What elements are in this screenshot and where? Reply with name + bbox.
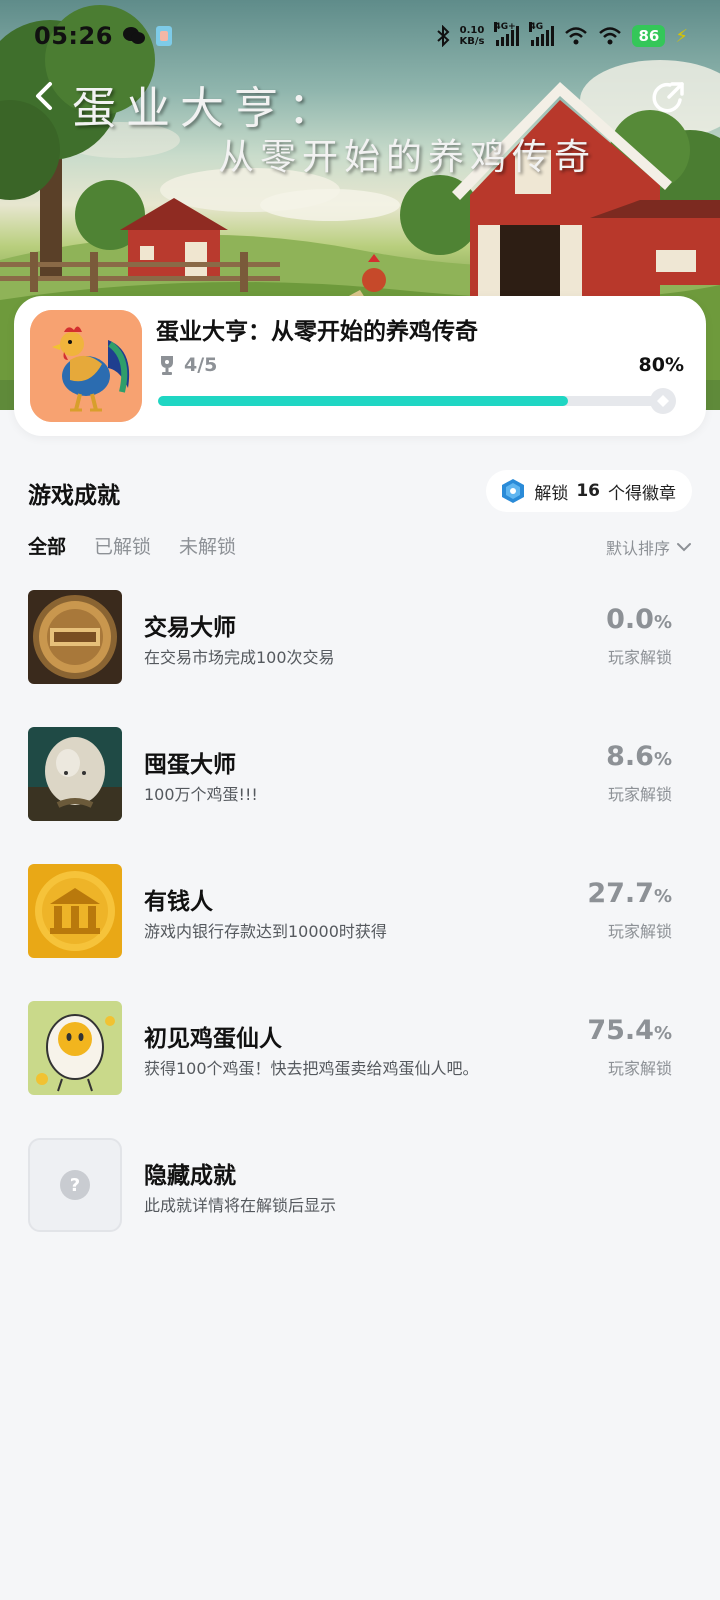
progress-end-marker bbox=[650, 388, 676, 414]
trophy-icon bbox=[161, 356, 173, 375]
rate-value: 27.7 bbox=[587, 878, 654, 909]
gold-bank-coin-icon bbox=[28, 864, 122, 958]
status-time: 05:26 bbox=[34, 22, 113, 50]
svg-text:?: ? bbox=[70, 1175, 80, 1196]
network-speed: 0.10 KB/s bbox=[460, 25, 485, 47]
achievement-item[interactable]: 交易大师 在交易市场完成100次交易 0.0% 玩家解锁 bbox=[28, 588, 692, 725]
wechat-icon bbox=[122, 27, 145, 44]
back-button[interactable] bbox=[24, 74, 64, 118]
badge-icon bbox=[502, 479, 525, 503]
hidden-achievement-image: ? bbox=[28, 1138, 122, 1232]
banner-subtitle: 从零开始的养鸡传奇 bbox=[218, 137, 597, 178]
badge-count: 16 bbox=[576, 481, 600, 501]
achievement-unlock-label: 玩家解锁 bbox=[607, 922, 672, 941]
sort-label: 默认排序 bbox=[605, 539, 670, 558]
rate-value: 75.4 bbox=[587, 1015, 654, 1046]
giant-egg-icon bbox=[28, 727, 122, 821]
game-name: 蛋业大亨：从零开始的养鸡传奇 bbox=[156, 319, 478, 345]
share-button[interactable] bbox=[646, 76, 690, 120]
achievement-name: 交易大师 bbox=[144, 615, 236, 641]
achievement-description: 游戏内银行存款达到10000时获得 bbox=[144, 922, 387, 941]
achievement-list: 交易大师 在交易市场完成100次交易 0.0% 玩家解锁 囤蛋大师 100万个鸡… bbox=[28, 588, 692, 1273]
section-title: 游戏成就 bbox=[28, 483, 120, 509]
progress-percent: 80% bbox=[638, 354, 684, 376]
rate-value: 8.6 bbox=[606, 741, 654, 772]
share-icon bbox=[652, 82, 684, 113]
trophy-count: 4/5 bbox=[184, 354, 218, 376]
achievement-description: 此成就详情将在解锁后显示 bbox=[144, 1196, 337, 1215]
achievement-unlock-rate: 27.7% bbox=[587, 878, 672, 909]
achievement-name: 隐藏成就 bbox=[144, 1163, 236, 1189]
cartoon-egg-icon bbox=[28, 1001, 122, 1095]
trophy-progress: 4/5 bbox=[158, 354, 217, 376]
signal-2-label: 4G bbox=[529, 22, 544, 32]
achievement-image bbox=[28, 590, 122, 684]
achievement-name: 囤蛋大师 bbox=[144, 752, 236, 778]
signal-1-label: 4G+ bbox=[494, 22, 516, 32]
achievement-image bbox=[28, 727, 122, 821]
chevron-down-icon bbox=[677, 543, 691, 552]
game-icon[interactable] bbox=[30, 310, 142, 422]
achievement-unlock-label: 玩家解锁 bbox=[607, 648, 672, 667]
signal-4g-icon: 4G bbox=[529, 22, 555, 46]
badge-plus-icon bbox=[657, 395, 669, 407]
charging-icon: ⚡ bbox=[675, 25, 688, 47]
rate-unit: % bbox=[653, 886, 672, 907]
rooster-icon bbox=[30, 310, 142, 422]
achievement-unlock-label: 玩家解锁 bbox=[607, 785, 672, 804]
chevron-left-icon bbox=[36, 82, 52, 110]
signal-4g-plus-icon: 4G+ bbox=[494, 22, 520, 46]
app-notification-icon bbox=[155, 26, 172, 46]
achievement-description: 获得100个鸡蛋！快去把鸡蛋卖给鸡蛋仙人吧。 bbox=[144, 1059, 479, 1078]
achievement-name: 有钱人 bbox=[144, 889, 213, 915]
achievement-unlock-rate: 0.0% bbox=[606, 604, 672, 635]
rate-value: 0.0 bbox=[606, 604, 654, 635]
achievement-unlock-label: 玩家解锁 bbox=[607, 1059, 672, 1078]
achievement-name: 初见鸡蛋仙人 bbox=[144, 1026, 282, 1052]
achievement-description: 100万个鸡蛋!!! bbox=[144, 785, 258, 804]
wifi-icon bbox=[599, 27, 622, 45]
achievement-description: 在交易市场完成100次交易 bbox=[144, 648, 335, 667]
achievement-unlock-rate: 8.6% bbox=[606, 741, 672, 772]
tab-unlocked[interactable]: 已解锁 bbox=[94, 532, 151, 559]
unlock-badge-hint[interactable]: 解锁 16 个得徽章 bbox=[486, 470, 692, 512]
status-bar: 05:26 0.10 KB/s 4G+ 4G 86 ⚡ bbox=[0, 0, 720, 72]
filter-tabs: 全部 已解锁 未解锁 bbox=[28, 532, 236, 559]
rate-unit: % bbox=[653, 612, 672, 633]
wifi-icon bbox=[565, 27, 588, 45]
rate-unit: % bbox=[653, 1023, 672, 1044]
progress-bar-fill bbox=[158, 396, 568, 406]
achievement-item[interactable]: 囤蛋大师 100万个鸡蛋!!! 8.6% 玩家解锁 bbox=[28, 725, 692, 862]
badge-prefix: 解锁 bbox=[534, 483, 569, 504]
question-mark-icon: ? bbox=[60, 1170, 90, 1200]
achievement-image bbox=[28, 864, 122, 958]
tab-locked[interactable]: 未解锁 bbox=[179, 532, 236, 559]
achievement-image bbox=[28, 1001, 122, 1095]
bluetooth-icon bbox=[436, 25, 449, 47]
battery-level: 86 bbox=[632, 25, 666, 47]
network-speed-unit: KB/s bbox=[459, 36, 485, 47]
progress-bar bbox=[158, 388, 676, 414]
gold-coin-trade-master-icon bbox=[28, 590, 122, 684]
tab-all[interactable]: 全部 bbox=[28, 532, 66, 559]
achievement-unlock-rate: 75.4% bbox=[587, 1015, 672, 1046]
badge-suffix: 个得徽章 bbox=[608, 483, 676, 504]
achievement-item[interactable]: 有钱人 游戏内银行存款达到10000时获得 27.7% 玩家解锁 bbox=[28, 862, 692, 999]
hidden-achievement-item[interactable]: ? 隐藏成就 此成就详情将在解锁后显示 bbox=[28, 1136, 692, 1273]
banner-title: 蛋业大亨： bbox=[72, 83, 342, 134]
rate-unit: % bbox=[653, 749, 672, 770]
game-summary-card[interactable]: 蛋业大亨：从零开始的养鸡传奇 4/5 80% bbox=[14, 296, 706, 436]
sort-dropdown[interactable]: 默认排序 bbox=[606, 535, 692, 559]
achievement-item[interactable]: 初见鸡蛋仙人 获得100个鸡蛋！快去把鸡蛋卖给鸡蛋仙人吧。 75.4% 玩家解锁 bbox=[28, 999, 692, 1136]
network-speed-value: 0.10 bbox=[459, 25, 485, 36]
